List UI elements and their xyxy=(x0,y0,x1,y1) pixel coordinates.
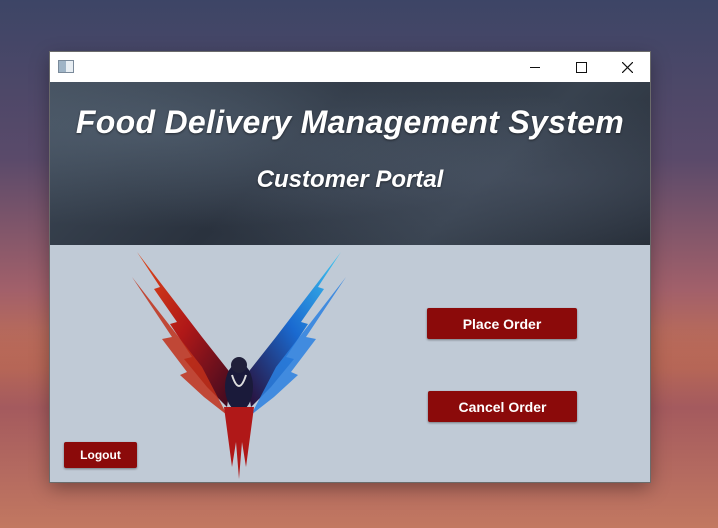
minimize-icon xyxy=(530,66,540,68)
cancel-order-button[interactable]: Cancel Order xyxy=(428,391,577,422)
page-title: Food Delivery Management System xyxy=(75,104,625,140)
page-subtitle: Customer Portal xyxy=(256,166,444,193)
app-window: Food Delivery Management System Customer… xyxy=(50,52,650,482)
close-icon xyxy=(621,61,633,73)
header-banner: Food Delivery Management System Customer… xyxy=(50,82,650,245)
main-panel: Place Order Cancel Order Logout xyxy=(50,245,650,482)
minimize-button[interactable] xyxy=(512,52,558,82)
maximize-icon xyxy=(575,61,587,73)
phoenix-logo xyxy=(132,252,346,479)
maximize-button[interactable] xyxy=(558,52,604,82)
close-button[interactable] xyxy=(604,52,650,82)
place-order-button[interactable]: Place Order xyxy=(427,308,577,339)
logout-button[interactable]: Logout xyxy=(64,442,137,468)
title-bar[interactable] xyxy=(50,52,650,82)
app-icon xyxy=(58,60,74,73)
